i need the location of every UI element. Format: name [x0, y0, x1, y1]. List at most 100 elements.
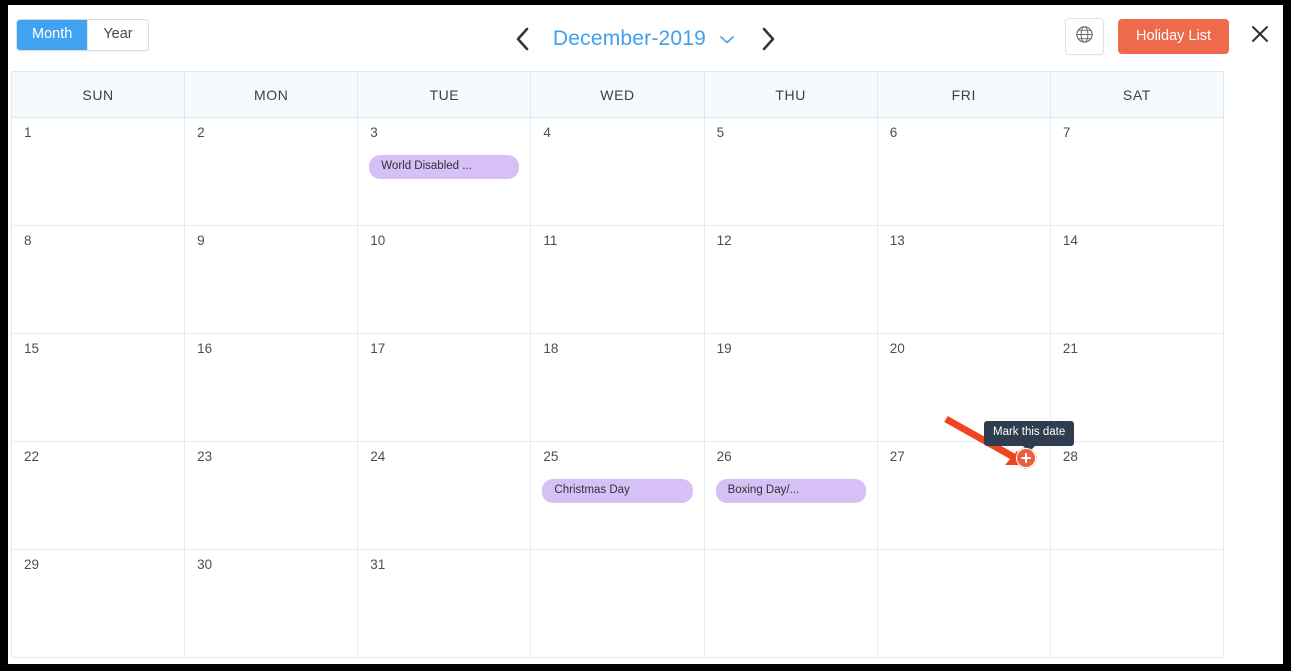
day-cell-15[interactable]: 15 — [12, 334, 186, 442]
day-cell-4[interactable]: 4 — [531, 118, 705, 226]
weekday-header-row: SUN MON TUE WED THU FRI SAT — [12, 72, 1224, 118]
mark-this-date-tooltip: Mark this date — [984, 421, 1075, 452]
day-cell-9[interactable]: 9 — [185, 226, 359, 334]
day-number: 22 — [24, 449, 40, 464]
day-number: 31 — [370, 557, 386, 572]
tab-month[interactable]: Month — [17, 20, 88, 50]
day-cell-11[interactable]: 11 — [531, 226, 705, 334]
day-cell-empty — [877, 550, 1051, 658]
weekday-header-sun: SUN — [12, 72, 186, 118]
calendar-week-row: 8 9 10 11 12 13 14 — [12, 226, 1224, 334]
day-cell-12[interactable]: 12 — [704, 226, 878, 334]
header-actions: Holiday List — [1065, 18, 1275, 55]
day-number: 11 — [543, 233, 558, 248]
day-number: 20 — [889, 341, 905, 356]
day-cell-22[interactable]: 22 — [12, 442, 186, 550]
event-chip[interactable]: World Disabled ... — [369, 155, 520, 179]
day-cell-5[interactable]: 5 — [704, 118, 878, 226]
day-number: 8 — [24, 233, 32, 248]
day-number: 12 — [716, 233, 732, 248]
day-cell-29[interactable]: 29 — [12, 550, 186, 658]
day-number: 24 — [370, 449, 386, 464]
day-cell-30[interactable]: 30 — [185, 550, 359, 658]
day-cell-28[interactable]: 28 — [1050, 442, 1224, 550]
day-cell-1[interactable]: 1 — [12, 118, 186, 226]
day-number: 9 — [197, 233, 205, 248]
day-number: 3 — [370, 125, 378, 140]
day-cell-24[interactable]: 24 — [358, 442, 532, 550]
weekday-header-wed: WED — [531, 72, 705, 118]
view-mode-toggle[interactable]: Month Year — [16, 19, 149, 51]
mark-this-date-button[interactable] — [1016, 448, 1036, 468]
day-number: 14 — [1062, 233, 1078, 248]
day-cell-10[interactable]: 10 — [358, 226, 532, 334]
day-number: 28 — [1062, 449, 1078, 464]
day-cell-3[interactable]: 3 World Disabled ... — [358, 118, 532, 226]
globe-icon — [1075, 25, 1094, 49]
chevron-right-icon — [758, 25, 778, 53]
day-cell-empty — [531, 550, 705, 658]
calendar-weeks: 1 2 3 World Disabled ... 4 5 6 7 8 9 10 11 12 13 14 15 1… — [12, 118, 1224, 658]
calendar-week-row: 1 2 3 World Disabled ... 4 5 6 7 — [12, 118, 1224, 226]
previous-month-button[interactable] — [503, 19, 543, 59]
page-title: December-2019 — [552, 27, 707, 50]
region-selector-button[interactable] — [1065, 18, 1105, 55]
day-number: 25 — [543, 449, 559, 464]
day-number: 10 — [370, 233, 386, 248]
day-cell-6[interactable]: 6 — [877, 118, 1051, 226]
day-number: 13 — [889, 233, 905, 248]
day-cell-14[interactable]: 14 — [1050, 226, 1224, 334]
day-cell-19[interactable]: 19 — [704, 334, 878, 442]
day-number: 30 — [197, 557, 213, 572]
screen-frame: Month Year December-2019 Holiday List SU… — [0, 0, 1291, 671]
day-cell-empty — [1050, 550, 1224, 658]
holiday-list-button[interactable]: Holiday List — [1118, 19, 1229, 54]
day-cell-31[interactable]: 31 — [358, 550, 532, 658]
weekday-header-thu: THU — [704, 72, 878, 118]
day-cell-8[interactable]: 8 — [12, 226, 186, 334]
calendar-header: Month Year December-2019 Holiday List — [8, 5, 1283, 71]
event-chip[interactable]: Christmas Day — [542, 479, 693, 503]
day-number: 1 — [24, 125, 32, 140]
day-cell-25[interactable]: 25 Christmas Day — [531, 442, 705, 550]
next-month-button[interactable] — [748, 19, 788, 59]
weekday-header-sat: SAT — [1050, 72, 1224, 118]
day-cell-21[interactable]: 21 — [1050, 334, 1224, 442]
day-cell-empty — [704, 550, 878, 658]
close-button[interactable] — [1245, 22, 1275, 52]
day-number: 19 — [716, 341, 732, 356]
day-number: 2 — [197, 125, 205, 140]
day-number: 16 — [197, 341, 213, 356]
chevron-down-icon[interactable] — [716, 28, 738, 50]
day-number: 26 — [716, 449, 732, 464]
day-number: 18 — [543, 341, 559, 356]
calendar-modal: Month Year December-2019 Holiday List SU… — [8, 5, 1283, 664]
month-title-dropdown[interactable]: December-2019 — [543, 27, 748, 51]
day-cell-23[interactable]: 23 — [185, 442, 359, 550]
chevron-left-icon — [513, 25, 533, 53]
close-icon — [1250, 24, 1270, 49]
day-cell-26[interactable]: 26 Boxing Day/... — [704, 442, 878, 550]
weekday-header-fri: FRI — [877, 72, 1051, 118]
month-calendar-grid: SUN MON TUE WED THU FRI SAT 1 2 3 World Disabled … — [11, 71, 1224, 658]
plus-icon-vertical — [1025, 453, 1027, 463]
day-number: 7 — [1062, 125, 1071, 140]
day-cell-7[interactable]: 7 — [1050, 118, 1224, 226]
calendar-week-row: 29 30 31 — [12, 550, 1224, 658]
day-number: 5 — [716, 125, 725, 140]
day-number: 15 — [24, 341, 40, 356]
event-chip[interactable]: Boxing Day/... — [715, 479, 866, 503]
day-cell-18[interactable]: 18 — [531, 334, 705, 442]
day-cell-16[interactable]: 16 — [185, 334, 359, 442]
day-number: 6 — [889, 125, 898, 140]
weekday-header-tue: TUE — [358, 72, 532, 118]
day-number: 4 — [543, 125, 551, 140]
weekday-header-mon: MON — [185, 72, 359, 118]
day-number: 21 — [1062, 341, 1078, 356]
day-number: 29 — [24, 557, 40, 572]
day-cell-17[interactable]: 17 — [358, 334, 532, 442]
tab-year[interactable]: Year — [87, 20, 148, 50]
day-cell-2[interactable]: 2 — [185, 118, 359, 226]
day-number: 17 — [370, 341, 386, 356]
day-cell-13[interactable]: 13 — [877, 226, 1051, 334]
